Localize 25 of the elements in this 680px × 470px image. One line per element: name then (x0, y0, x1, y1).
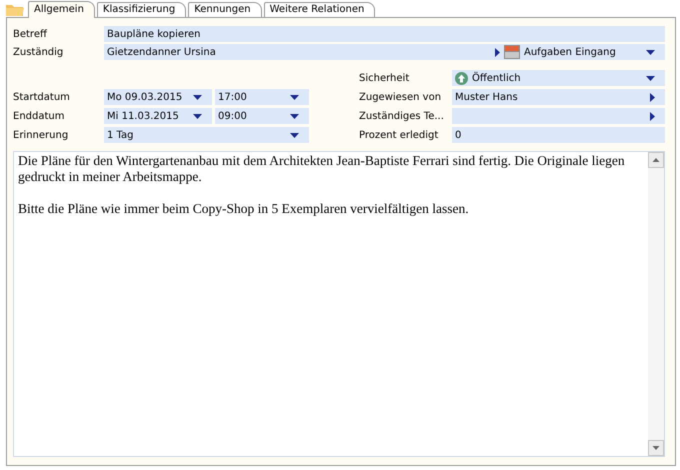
field-label: Betreff (13, 28, 48, 42)
time-field[interactable]: 09:00 (215, 108, 309, 124)
paragraph: Bitte die Pläne wie immer beim Copy-Shop in 5 Exemplaren vervielfältigen lassen. (18, 201, 470, 217)
date-field[interactable]: Mi 11.03.2015 (104, 108, 212, 124)
reminder-field[interactable]: 1 Tag (104, 127, 309, 143)
field-label: Prozent erledigt (359, 128, 440, 142)
date-field[interactable]: Mo 09.03.2015 (104, 89, 212, 105)
field-label: Startdatum (13, 90, 71, 104)
paragraph: Die Pläne für den Wintergartenanbau mit dem Architekten Jean-Baptiste Ferrari sind fertig. Die Originale liegen gedruckt in meiner Arbeitsmappe. (18, 153, 626, 185)
time-field[interactable]: 17:00 (215, 89, 309, 105)
select-field[interactable]: Öffentlich (452, 70, 665, 86)
field-label: Zugewiesen von (359, 90, 442, 104)
field-label: Zuständiges Te... (359, 110, 445, 124)
input-field[interactable]: 0 (452, 127, 665, 143)
tab[interactable]: Allgemein (28, 1, 95, 18)
tab[interactable]: Kennungen (188, 2, 262, 17)
tab[interactable]: Klassifizierung (96, 2, 186, 17)
subject-field[interactable]: Baupläne kopieren (104, 26, 665, 42)
field-label: Zuständig (13, 46, 64, 60)
folder-label: Aufgaben Eingang (524, 46, 617, 58)
field-label: Erinnerung (13, 128, 70, 142)
field-label: Enddatum (13, 110, 66, 124)
field-label: Sicherheit (359, 72, 410, 86)
tab[interactable]: Weitere Relationen (264, 2, 376, 17)
select-field[interactable]: Muster Hans (452, 89, 665, 105)
